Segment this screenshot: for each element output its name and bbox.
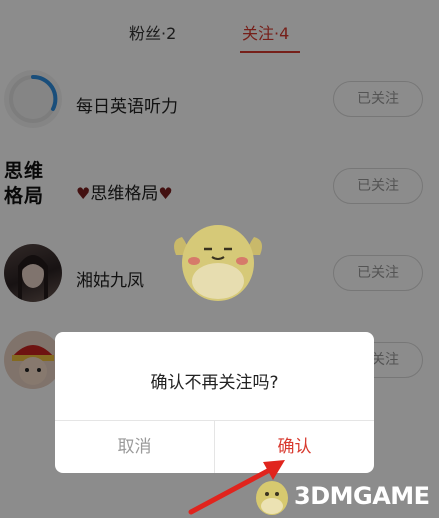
dialog-message: 确认不再关注吗? bbox=[150, 373, 279, 393]
mascot-sticker bbox=[174, 225, 262, 301]
watermark-text: 3DMGAME bbox=[294, 482, 430, 510]
watermark-mascot-icon bbox=[256, 481, 288, 515]
watermark: 3DMGAME bbox=[248, 472, 439, 518]
